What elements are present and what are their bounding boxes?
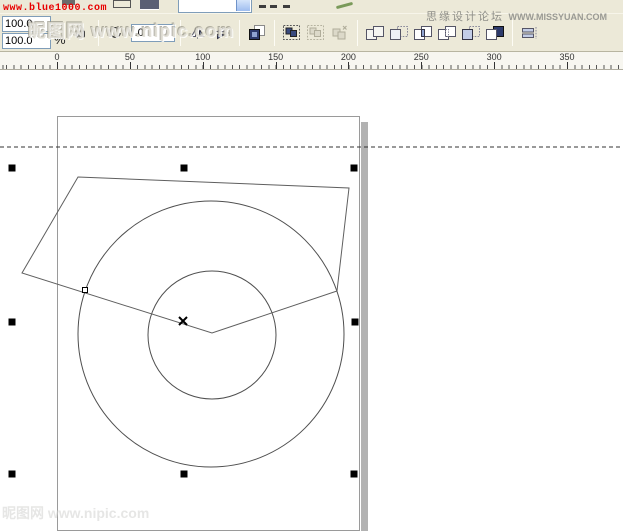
toolbar-fragment-icon[interactable] bbox=[140, 0, 159, 10]
weld-button[interactable] bbox=[364, 20, 386, 46]
selection-handle[interactable] bbox=[9, 319, 16, 326]
weld-icon bbox=[366, 26, 384, 40]
selection-handle[interactable] bbox=[9, 165, 16, 172]
ruler-label: 300 bbox=[487, 52, 502, 62]
ruler-minor-ticks bbox=[0, 65, 623, 69]
ruler-major-tick bbox=[567, 62, 568, 69]
app-window: % bbox=[0, 0, 623, 531]
ruler-label: 0 bbox=[54, 52, 59, 62]
watermark-missyuan-latin: WWW.MISSYUAN.COM bbox=[509, 12, 608, 22]
ruler-label: 150 bbox=[268, 52, 283, 62]
watermark-missyuan: 思缘设计论坛 WWW.MISSYUAN.COM bbox=[426, 7, 607, 25]
pen-icon-fragment[interactable] bbox=[336, 2, 353, 9]
ruler-major-tick bbox=[57, 62, 58, 69]
ruler-major-tick bbox=[494, 62, 495, 69]
ruler-label: 350 bbox=[560, 52, 575, 62]
group-button-disabled[interactable] bbox=[305, 20, 327, 46]
to-front-button[interactable] bbox=[246, 20, 268, 46]
create-boundary-icon bbox=[521, 26, 538, 40]
ungroup-button-disabled[interactable] bbox=[329, 20, 351, 46]
ruler-major-tick bbox=[203, 62, 204, 69]
ruler-label: 200 bbox=[341, 52, 356, 62]
watermark-nipic-top: 昵图网 www.nipic.com bbox=[28, 17, 234, 43]
watermark-missyuan-cjk: 思缘设计论坛 bbox=[426, 11, 504, 23]
watermark-nipic-bottom: 昵图网 www.nipic.com bbox=[2, 503, 149, 523]
units-combobox[interactable] bbox=[178, 0, 252, 13]
simplify-icon bbox=[438, 26, 456, 40]
ruler-major-tick bbox=[421, 62, 422, 69]
watermark-blue1000: www.blue1000.com bbox=[3, 3, 107, 14]
ruler-label: 250 bbox=[414, 52, 429, 62]
toolbar-text-fragment bbox=[283, 5, 290, 8]
page-shadow bbox=[361, 122, 368, 531]
page bbox=[57, 116, 360, 531]
selection-handle[interactable] bbox=[9, 471, 16, 478]
separator bbox=[357, 20, 358, 46]
to-front-icon bbox=[249, 25, 265, 40]
ruler-label: 50 bbox=[125, 52, 135, 62]
combine-icon bbox=[283, 25, 300, 40]
trim-icon bbox=[390, 26, 408, 40]
ungroup-icon bbox=[331, 25, 348, 40]
combine-button[interactable] bbox=[281, 20, 303, 46]
ruler-major-tick bbox=[348, 62, 349, 69]
ruler-major-tick bbox=[130, 62, 131, 69]
separator bbox=[239, 20, 240, 46]
trim-button[interactable] bbox=[388, 20, 410, 46]
toolbar-fragment-icon[interactable] bbox=[113, 0, 131, 8]
intersect-icon bbox=[414, 26, 432, 40]
group-icon bbox=[307, 25, 324, 40]
toolbar-text-fragment bbox=[259, 5, 266, 8]
ruler-label: 100 bbox=[195, 52, 210, 62]
back-minus-front-icon bbox=[486, 26, 504, 40]
horizontal-ruler[interactable]: 0 50 100 150 200 250 300 350 bbox=[0, 52, 623, 70]
combobox-dropdown-button[interactable] bbox=[236, 0, 250, 11]
toolbar-text-fragment bbox=[270, 5, 277, 8]
front-minus-back-icon bbox=[462, 26, 480, 40]
ruler-major-tick bbox=[276, 62, 277, 69]
separator bbox=[274, 20, 275, 46]
